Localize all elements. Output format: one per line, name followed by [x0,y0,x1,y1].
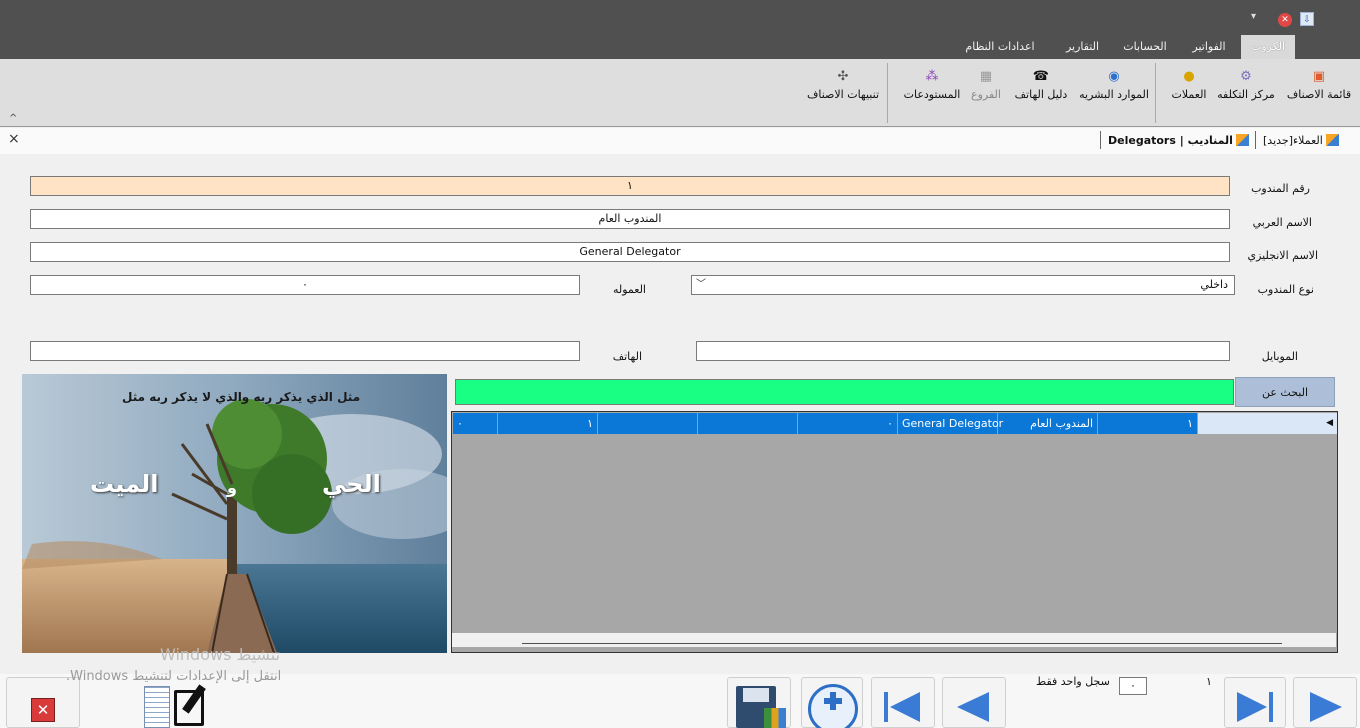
commission-field[interactable]: ٠ [30,275,580,295]
cost-center-icon: ⚙ [1240,69,1252,84]
record-counter: ١ [1206,675,1212,688]
banner-top-text: مثل الذي يذكر ربه والذي لا يذكر ربه مثل [122,390,361,404]
delegate-type-label: نوع المندوب [1257,283,1314,296]
close-icon[interactable]: ✕ [1278,13,1292,27]
tab-delegators[interactable]: المناديب | Delegators [1108,132,1249,150]
add-button[interactable] [801,677,863,728]
edit-button[interactable] [172,682,214,728]
chevron-down-icon: ﹀ [696,279,706,290]
report-icon[interactable] [144,686,170,728]
watermark-subtitle: انتقل إلى الإعدادات لتنشيط Windows. [66,669,282,684]
ribbon-phone-book[interactable]: ☎ دليل الهاتف [1011,69,1071,101]
row-selector[interactable]: ◀ [1198,413,1337,434]
phone-field[interactable] [30,341,580,361]
tab-customers[interactable]: العملاء[جديد] [1263,132,1339,150]
next-icon [1310,692,1342,722]
first-record-button[interactable] [871,677,935,728]
plus-v [830,692,836,710]
record-number-field[interactable]: ٠ [1119,677,1147,695]
delegate-number-field[interactable]: ١ [30,176,1230,196]
ribbon-separator [1155,63,1156,123]
cancel-icon: ✕ [31,698,55,722]
tab-system-settings[interactable]: اعدادات النظام [955,35,1045,59]
grid-cell[interactable]: ٠ [453,413,498,434]
arabic-name-field[interactable]: المندوب العام [30,209,1230,229]
ribbon-branches[interactable]: ▦ الفروع [966,69,1006,101]
phone-icon: ☎ [1032,69,1049,84]
ribbon-currencies[interactable]: ● العملات [1168,69,1210,101]
first-record-arrow [890,692,920,722]
doc-tab-separator [1100,131,1101,149]
previous-icon [957,692,989,722]
branches-icon: ▦ [979,69,993,84]
dropdown-icon[interactable]: ▾ [1251,11,1256,22]
english-name-label: الاسم الانجليزي [1247,249,1319,262]
tab-invoices[interactable]: الفواتير [1182,35,1236,59]
delegate-number-label: رقم المندوب [1251,182,1310,195]
row-pointer-icon: ◀ [1326,418,1333,428]
ribbon [0,59,1360,127]
banner-image: مثل الذي يذكر ربه والذي لا يذكر ربه مثل … [22,374,447,653]
save-button[interactable] [727,677,791,728]
ribbon-warehouses[interactable]: ⁂ المستودعات [900,69,964,101]
last-record-icon [1269,692,1273,722]
delegators-grid[interactable]: ٠ ١ ٠ General Delegator المندوب العام ١ … [451,411,1338,653]
doc-tab-separator [1255,131,1256,149]
collapse-ribbon-icon[interactable]: ^ [9,113,17,124]
ribbon-cost-center[interactable]: ⚙ مركز التكلفه [1214,69,1278,101]
ribbon-item-alerts[interactable]: ✣ تنبيهات الاصناف [802,69,884,101]
form-icon [1235,134,1249,146]
tab-cards[interactable]: الكروت [1241,35,1295,59]
first-record-icon [884,692,888,722]
currencies-icon: ● [1183,69,1195,84]
scrollbar-thumb[interactable] [522,643,1282,644]
banner-dead-text: الميت [90,470,159,498]
record-count-label: سجل واحد فقط [1036,675,1110,688]
last-record-button[interactable] [1224,677,1286,728]
search-label: البحث عن [1235,377,1335,407]
horizontal-scrollbar[interactable] [452,633,1336,647]
form-icon [1325,134,1339,146]
ribbon-separator [887,63,888,123]
search-input[interactable] [455,379,1234,405]
app-icon[interactable]: ⇩ [1300,12,1314,26]
grid-cell[interactable]: ١ [1098,413,1198,434]
grid-icon [764,708,786,728]
next-record-button[interactable] [1293,677,1357,728]
items-list-icon: ▣ [1312,69,1326,84]
tab-accounts[interactable]: الحسابات [1115,35,1175,59]
warehouses-icon: ⁂ [925,69,939,84]
banner-picture [22,374,447,653]
save-icon-label [743,688,769,702]
close-document-icon[interactable]: × [8,131,20,147]
commission-label: العموله [612,283,646,296]
item-alerts-icon: ✣ [837,69,849,84]
watermark-title: تنشيط Windows [160,645,281,664]
banner-alive-text: الحي [322,470,381,498]
delegate-type-select[interactable]: داخلي ﹀ [691,275,1235,295]
grid-cell[interactable]: المندوب العام [998,413,1098,434]
grid-cell[interactable] [698,413,798,434]
mobile-field[interactable] [696,341,1230,361]
arabic-name-label: الاسم العربي [1252,216,1312,229]
english-name-field[interactable]: General Delegator [30,242,1230,262]
table-row[interactable]: ٠ ١ ٠ General Delegator المندوب العام ١ … [453,413,1337,434]
tab-reports[interactable]: التقارير [1055,35,1110,59]
banner-and-text: و [227,478,237,497]
phone-label: الهاتف [612,350,642,363]
cancel-button[interactable]: ✕ [6,677,80,728]
grid-cell[interactable] [598,413,698,434]
ribbon-items-list[interactable]: ▣ قائمة الاصناف [1283,69,1355,101]
grid-cell[interactable]: General Delegator [898,413,1003,434]
grid-cell[interactable]: ١ [498,413,598,434]
grid-cell[interactable]: ٠ [798,413,898,434]
last-record-arrow [1237,692,1267,722]
previous-record-button[interactable] [942,677,1006,728]
mobile-label: الموبايل [1261,350,1298,363]
globe-icon: ◉ [1108,69,1120,84]
ribbon-hr[interactable]: ◉ الموارد البشريه [1076,69,1152,101]
